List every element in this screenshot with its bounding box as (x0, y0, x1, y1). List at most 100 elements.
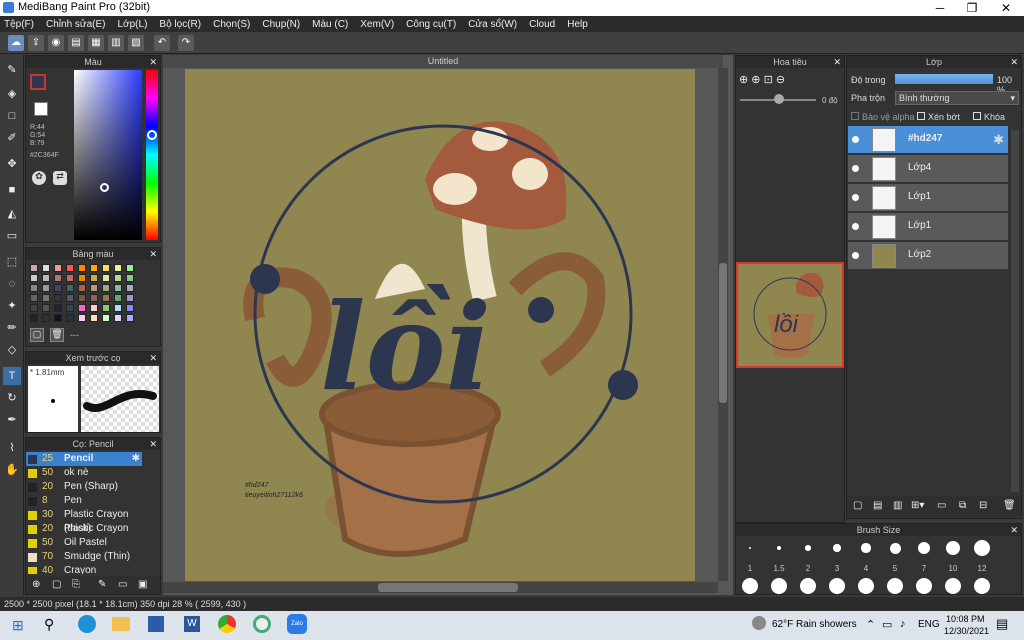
layers-scrollbar[interactable] (1011, 130, 1019, 492)
palette-swatch[interactable] (66, 264, 74, 272)
palette-swatch[interactable] (30, 274, 38, 282)
network-icon[interactable]: ▭ (882, 618, 892, 631)
brush-size-dot[interactable] (917, 541, 931, 555)
close-button[interactable]: ✕ (986, 0, 1024, 16)
speaker-icon[interactable]: ♪ (900, 618, 906, 630)
palette-swatch[interactable] (54, 274, 62, 282)
grid-icon[interactable]: ▥ (108, 35, 124, 51)
operation-tool-icon[interactable]: ↻ (3, 389, 21, 407)
close-icon[interactable]: ✕ (1010, 56, 1018, 68)
menu-capture[interactable]: Chụp(N) (262, 19, 300, 30)
brush-size-dot[interactable] (833, 544, 841, 552)
palette-swatch[interactable] (54, 314, 62, 322)
palette-swatch[interactable] (126, 264, 134, 272)
secondary-color-swatch[interactable] (34, 102, 48, 116)
brush-item[interactable]: 50 ok nè (26, 466, 142, 480)
palette-swatch[interactable] (42, 314, 50, 322)
menu-file[interactable]: Tệp(F) (4, 19, 34, 30)
brush-item[interactable]: 40 Crayon (26, 564, 142, 574)
fill-rect-tool-icon[interactable]: ■ (3, 181, 21, 199)
zalo-icon[interactable]: Zalo (287, 614, 307, 634)
menu-layer[interactable]: Lớp(L) (118, 19, 148, 30)
zoom-out-icon[interactable]: ⊖ (776, 74, 785, 86)
palette-swatch[interactable] (126, 284, 134, 292)
eye-icon[interactable] (852, 252, 859, 259)
folder-icon[interactable]: ▭ (118, 579, 127, 590)
chrome-icon[interactable] (218, 615, 236, 633)
layer-row[interactable]: Lớp1 (848, 184, 1008, 212)
palette-swatch[interactable] (66, 294, 74, 302)
brush-size-large-dot[interactable] (974, 578, 990, 594)
palette-swatch[interactable] (30, 314, 38, 322)
palette-swatch[interactable] (66, 284, 74, 292)
brush-item[interactable]: 20 Pen (Sharp) (26, 480, 142, 494)
new-brush-icon[interactable]: ▢ (52, 579, 61, 590)
brush-item[interactable]: 8 Pen (26, 494, 142, 508)
brush-size-large-dot[interactable] (858, 578, 874, 594)
folder-icon[interactable]: ▭ (937, 500, 946, 511)
undo-icon[interactable]: ↶ (154, 35, 170, 51)
brush-size-dot[interactable] (861, 543, 871, 553)
hue-slider[interactable] (146, 70, 158, 240)
palette-swatch[interactable] (30, 294, 38, 302)
menu-edit[interactable]: Chỉnh sửa(E) (46, 19, 106, 30)
rotation-handle[interactable] (774, 94, 784, 104)
menu-window[interactable]: Cửa sổ(W) (468, 19, 517, 30)
menu-select[interactable]: Chọn(S) (213, 19, 250, 30)
close-icon[interactable]: ✕ (1010, 524, 1018, 536)
palette-swatch[interactable] (78, 284, 86, 292)
palette-swatch[interactable] (42, 284, 50, 292)
brush-size-large-dot[interactable] (887, 578, 903, 594)
duplicate-layer-icon[interactable]: ⧉ (959, 500, 966, 511)
layer-row[interactable]: Lớp4 (848, 155, 1008, 183)
brush-item[interactable]: 30 Plastic Crayon (thick) (26, 508, 142, 534)
cloud-icon[interactable]: ☁ (8, 35, 24, 51)
eyedropper-tool-icon[interactable]: ⌇ (3, 439, 21, 457)
menu-view[interactable]: Xem(V) (360, 19, 394, 30)
lock-checkbox[interactable] (973, 112, 981, 120)
brush-size-dot[interactable] (945, 540, 961, 556)
brush-item[interactable]: 25 Pencil ✱ (26, 452, 142, 466)
navigator-thumbnail[interactable]: lồi (736, 262, 844, 368)
notification-icon[interactable]: ▤ (996, 616, 1008, 632)
palette-swatch[interactable] (114, 304, 122, 312)
brush-size-large-dot[interactable] (945, 578, 961, 594)
palette-swatch[interactable] (114, 264, 122, 272)
fit-icon[interactable]: ⊡ (764, 74, 773, 86)
redo-icon[interactable]: ↷ (178, 35, 194, 51)
rect-tool-icon[interactable]: □ (3, 107, 21, 125)
palette-swatch[interactable] (102, 264, 110, 272)
clipping-checkbox[interactable] (917, 112, 925, 120)
palette-swatch[interactable] (102, 274, 110, 282)
copy-brush-icon[interactable]: ⎘ (72, 579, 80, 590)
menu-filter[interactable]: Bộ lọc(R) (159, 19, 201, 30)
saturation-value-picker[interactable] (74, 70, 142, 240)
pen-tool-icon[interactable]: ✐ (3, 129, 21, 147)
windows-start-icon[interactable]: ⊞ (12, 617, 24, 634)
palette-swatch[interactable] (114, 314, 122, 322)
zoom-reset-icon[interactable]: ⊕ (751, 74, 760, 86)
zoom-in-icon[interactable]: ⊕ (739, 74, 748, 86)
palette-swatch[interactable] (78, 304, 86, 312)
language-indicator[interactable]: ENG (918, 619, 940, 630)
document-tab[interactable]: Untitled (163, 55, 723, 68)
palette-swatch[interactable] (30, 284, 38, 292)
palette-swatch[interactable] (102, 304, 110, 312)
gradient-tool-icon[interactable]: ▭ (3, 227, 21, 245)
palette-swatch[interactable] (114, 284, 122, 292)
chevron-up-icon[interactable]: ⌃ (866, 618, 875, 631)
layout-icon[interactable]: ▧ (128, 35, 144, 51)
palette-swatch[interactable] (126, 274, 134, 282)
palette-swatch[interactable] (102, 314, 110, 322)
palette-swatch[interactable] (90, 304, 98, 312)
edge-icon[interactable] (78, 615, 96, 633)
new-layer-icon[interactable]: ▢ (853, 500, 862, 511)
select-pen-tool-icon[interactable]: ✏ (3, 319, 21, 337)
hue-handle[interactable] (147, 130, 157, 140)
opacity-slider[interactable] (895, 74, 993, 84)
brush-item[interactable]: 70 Smudge (Thin) (26, 550, 142, 564)
artwork-canvas[interactable]: lồi #hd247 tieuyeitinh27112k6 (185, 69, 695, 581)
gear-icon[interactable]: ✱ (132, 452, 140, 466)
vertical-scrollbar[interactable] (718, 68, 728, 581)
palette-swatch[interactable] (102, 294, 110, 302)
